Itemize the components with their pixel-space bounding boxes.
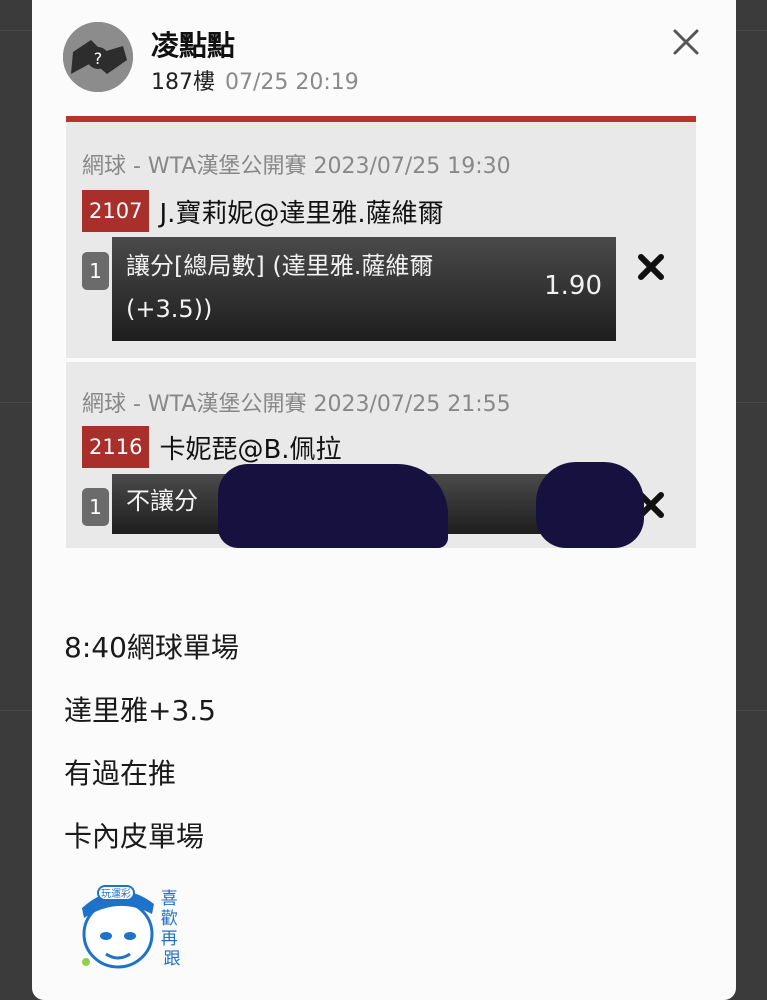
post-modal: ? 凌點點 187樓 07/25 20:19 網球 - WTA漢堡公開賽 2023… (32, 0, 736, 1000)
slip-accent-bar (66, 116, 696, 122)
post-timestamp: 07/25 20:19 (225, 70, 359, 95)
author-name[interactable]: 凌點點 (151, 24, 235, 64)
bet-slip: 網球 - WTA漢堡公開賽 2023/07/25 19:30 2107 J.寶莉… (66, 116, 696, 548)
match-line: 2116 卡妮琵@B.佩拉 (82, 426, 342, 468)
bet-divider (66, 358, 696, 362)
redaction-mark (536, 462, 644, 548)
floor-number: 187樓 (151, 70, 215, 95)
match-teams: 卡妮琵@B.佩拉 (159, 434, 342, 465)
match-line: 2107 J.寶莉妮@達里雅.薩維爾 (82, 190, 444, 232)
pick-odds: 1.90 (544, 271, 602, 301)
post-text-line: 8:40網球單場 (64, 631, 239, 664)
match-header: 網球 - WTA漢堡公開賽 2023/07/25 19:30 (82, 154, 511, 179)
match-teams: J.寶莉妮@達里雅.薩維爾 (159, 198, 444, 229)
match-header: 網球 - WTA漢堡公開賽 2023/07/25 21:55 (82, 392, 511, 417)
post-meta: 187樓 07/25 20:19 (151, 64, 359, 96)
avatar[interactable]: ? (63, 22, 133, 92)
post-text-line: 卡內皮單場 (64, 820, 205, 853)
pick-box[interactable]: 讓分[總局數] (達里雅.薩維爾 (+3.5)) 1.90 (112, 237, 616, 341)
selection-index-badge: 1 (82, 488, 109, 526)
post-text-line: 有過在推 (64, 757, 177, 790)
match-number-badge: 2116 (82, 426, 150, 468)
pick-text: 讓分[總局數] (達里雅.薩維爾 (+3.5)) (126, 252, 434, 323)
remove-x-icon[interactable] (636, 252, 666, 282)
sticker-top-text: 玩運彩 (101, 888, 131, 900)
post-text-line: 達里雅+3.5 (64, 694, 216, 727)
redaction-mark (218, 464, 448, 548)
svg-text:?: ? (94, 49, 103, 68)
close-icon[interactable] (668, 24, 704, 60)
match-number-badge: 2107 (82, 190, 150, 232)
sticker-side-text: 喜 歡 再 跟 (161, 889, 183, 969)
sticker-image: 玩運彩 喜 歡 再 跟 (72, 874, 184, 974)
selection-index-badge: 1 (82, 252, 109, 290)
